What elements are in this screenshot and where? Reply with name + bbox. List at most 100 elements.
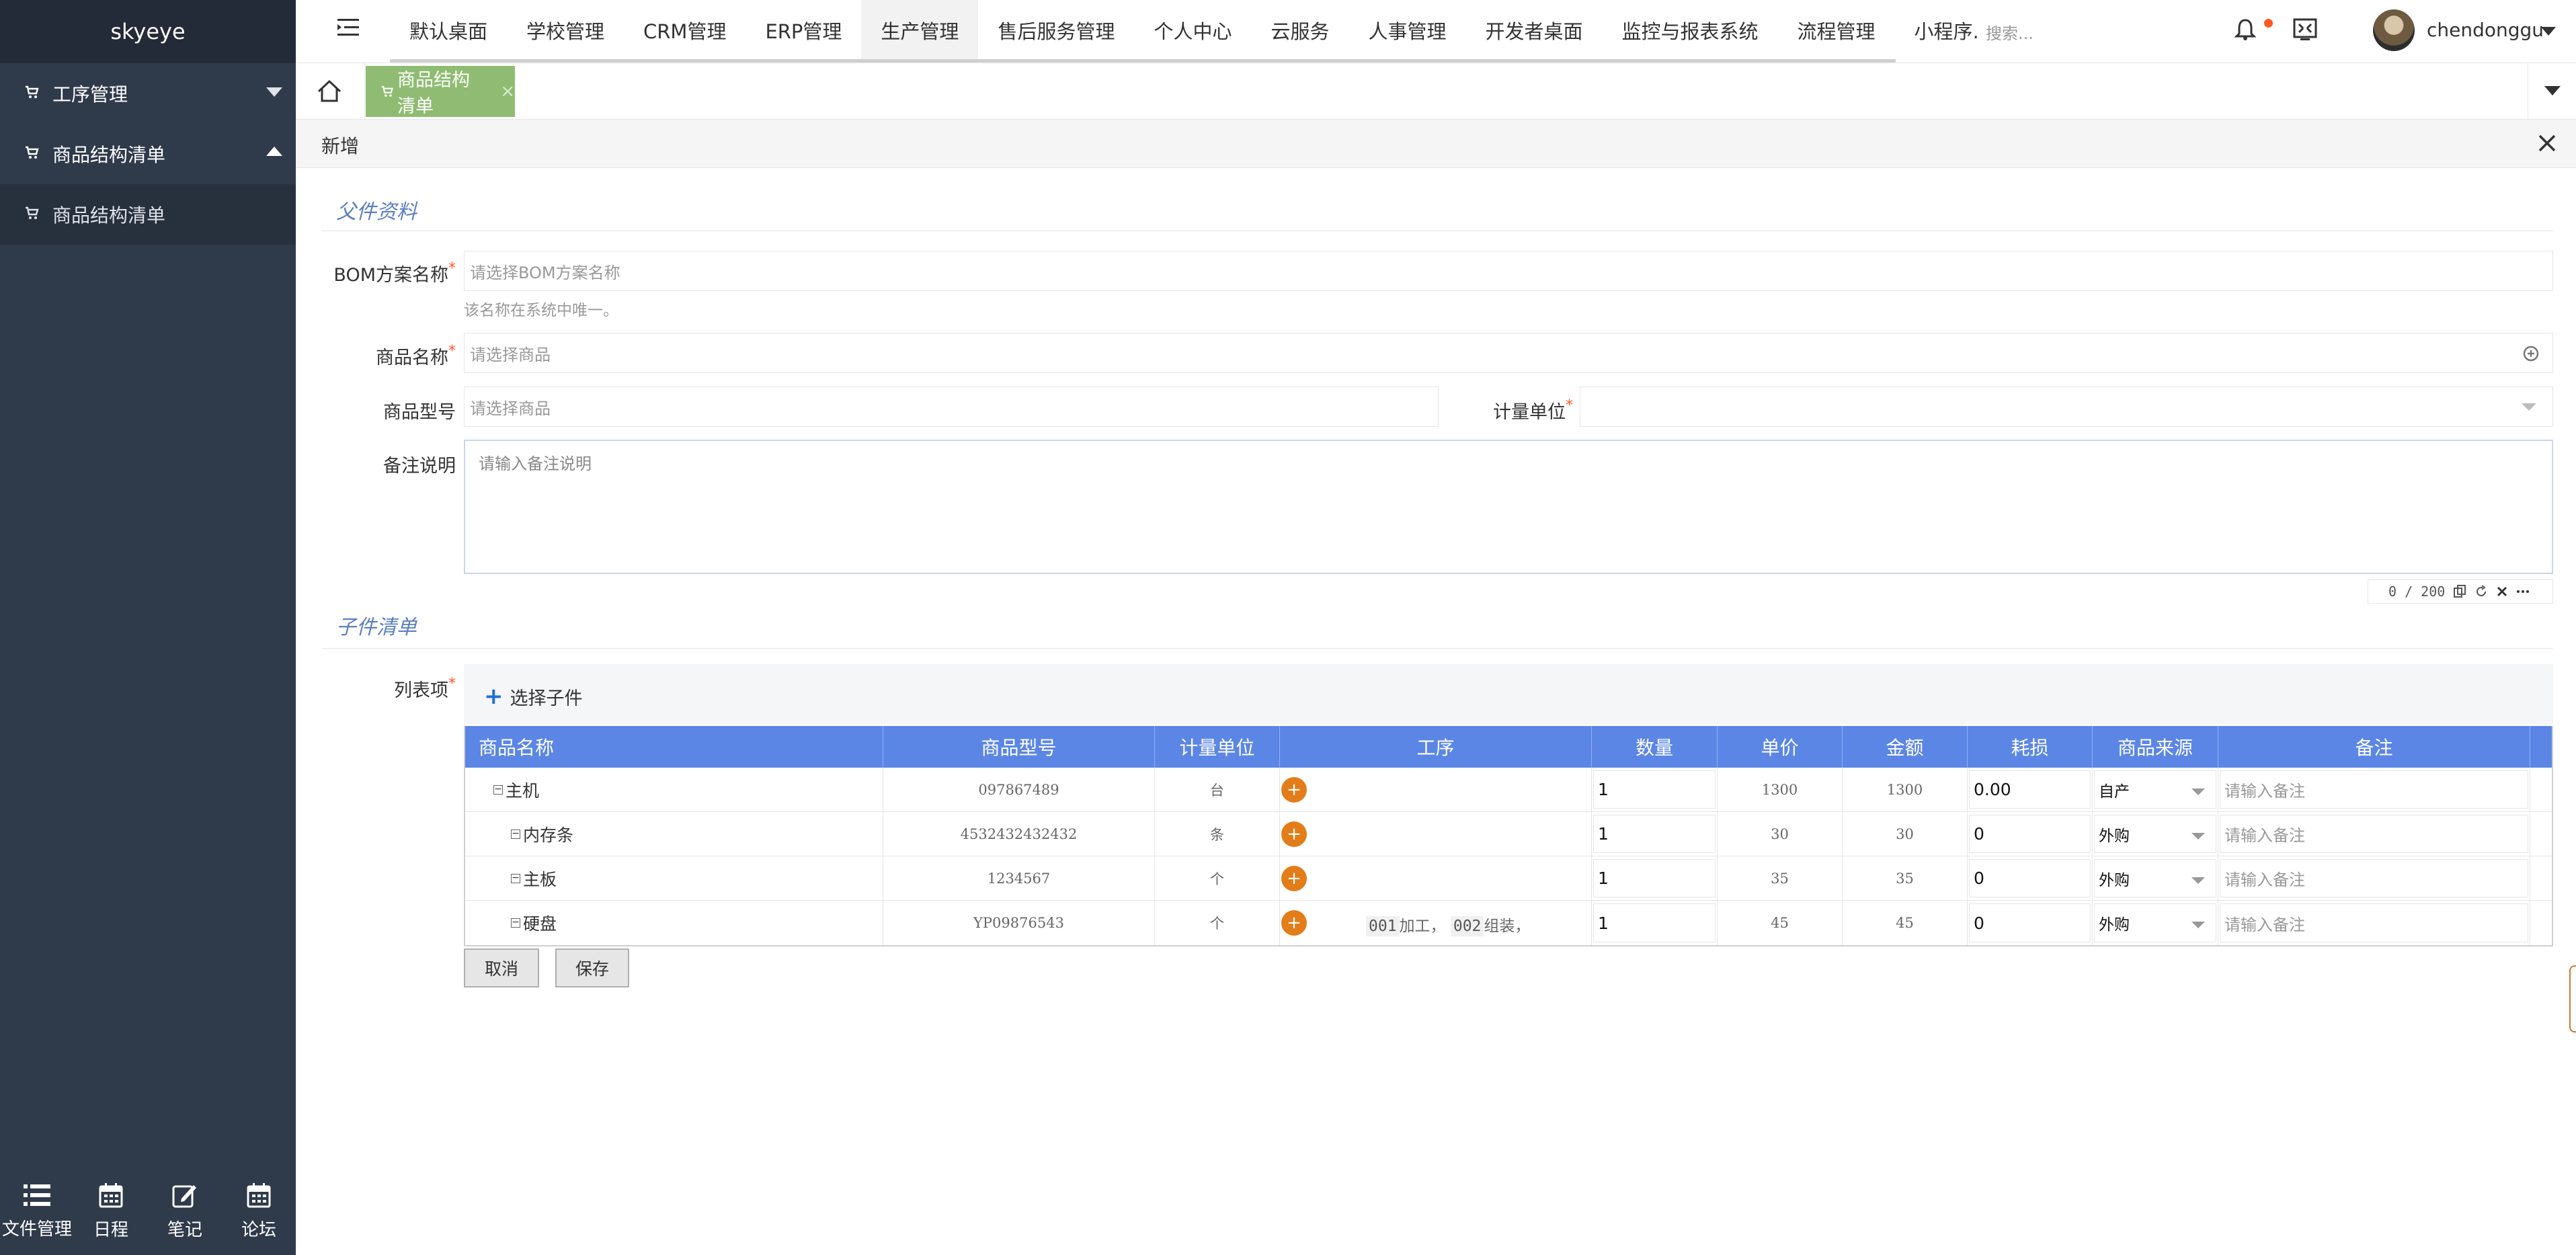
- nav-scrollbar[interactable]: [390, 59, 1896, 63]
- add-process-button[interactable]: +: [1281, 777, 1307, 803]
- col-header-model[interactable]: 商品型号: [883, 726, 1155, 768]
- home-icon[interactable]: [316, 78, 343, 104]
- nav-item-monitor[interactable]: 监控与报表系统: [1603, 0, 1778, 60]
- username[interactable]: chendonggu: [2427, 19, 2544, 41]
- loss-input[interactable]: 0: [1969, 815, 2091, 853]
- remark-textarea[interactable]: 请输入备注说明: [464, 440, 2553, 574]
- choose-child-button[interactable]: + 选择子件: [484, 683, 583, 710]
- nav-item-hr[interactable]: 人事管理: [1349, 0, 1465, 60]
- cancel-button[interactable]: 取消: [464, 948, 539, 987]
- nav-item-erp[interactable]: ERP管理: [746, 0, 861, 60]
- qty-input[interactable]: 1: [1593, 815, 1716, 853]
- list-icon: [24, 1184, 50, 1206]
- nav-item-personal[interactable]: 个人中心: [1134, 0, 1251, 60]
- cell-unit: 台: [1155, 768, 1280, 811]
- cart-icon: [24, 145, 43, 163]
- sidebar-item-bom-list[interactable]: 商品结构清单: [0, 184, 296, 245]
- copy-icon[interactable]: [2453, 585, 2466, 598]
- qty-input[interactable]: 1: [1593, 903, 1716, 942]
- bell-icon[interactable]: [2235, 17, 2256, 42]
- source-select[interactable]: 外购: [2094, 903, 2216, 942]
- sidebar-item-process-management[interactable]: 工序管理: [0, 63, 296, 124]
- forum-button[interactable]: 论坛: [222, 1168, 296, 1255]
- divider: [364, 63, 365, 120]
- qty-input[interactable]: 1: [1593, 859, 1716, 897]
- nav-item-production[interactable]: 生产管理: [861, 0, 979, 60]
- menu-toggle-icon[interactable]: [337, 17, 359, 38]
- cell-name[interactable]: − 主机: [465, 768, 883, 811]
- add-process-button[interactable]: +: [1281, 910, 1307, 936]
- cell-unit: 条: [1155, 812, 1280, 856]
- nav-item-workflow[interactable]: 流程管理: [1778, 0, 1895, 60]
- close-icon[interactable]: ×: [500, 81, 515, 102]
- nav-item-cloud[interactable]: 云服务: [1251, 0, 1349, 60]
- nav-item-default-desktop[interactable]: 默认桌面: [390, 0, 507, 60]
- col-header-price[interactable]: 单价: [1718, 726, 1843, 768]
- tab-more-button[interactable]: [2528, 63, 2576, 120]
- tree-collapse-icon[interactable]: −: [511, 829, 520, 839]
- loss-input[interactable]: 0: [1969, 859, 2091, 897]
- col-header-amount[interactable]: 金额: [1843, 726, 1968, 768]
- notification-dot: [2264, 19, 2273, 28]
- source-select[interactable]: 外购: [2094, 859, 2216, 897]
- col-header-name[interactable]: 商品名称: [465, 726, 883, 768]
- remark-input[interactable]: 请输入备注: [2220, 859, 2528, 897]
- cell-source: 外购: [2093, 812, 2218, 856]
- plus-circle-icon[interactable]: [2523, 346, 2539, 362]
- model-input[interactable]: 请选择商品: [464, 387, 1439, 427]
- remark-input[interactable]: 请输入备注: [2220, 770, 2528, 809]
- bom-name-input[interactable]: 请选择BOM方案名称: [464, 251, 2553, 291]
- tree-collapse-icon[interactable]: −: [511, 873, 520, 883]
- remark-input[interactable]: 请输入备注: [2220, 815, 2528, 853]
- side-drawer-handle[interactable]: [2569, 965, 2576, 1033]
- nav-item-developer[interactable]: 开发者桌面: [1466, 0, 1603, 60]
- qty-input[interactable]: 1: [1593, 770, 1716, 809]
- cart-icon: [24, 205, 43, 224]
- cell-name[interactable]: − 主板: [465, 856, 883, 900]
- cell-name[interactable]: − 内存条: [465, 812, 883, 856]
- save-button[interactable]: 保存: [555, 948, 629, 987]
- cell-loss: 0: [1968, 812, 2093, 856]
- nav-item-crm[interactable]: CRM管理: [624, 0, 746, 60]
- clear-icon[interactable]: [2496, 585, 2508, 598]
- add-process-button[interactable]: +: [1281, 821, 1307, 847]
- col-header-source[interactable]: 商品来源: [2093, 726, 2218, 768]
- nav-item-after-sales[interactable]: 售后服务管理: [978, 0, 1134, 60]
- fullscreen-icon[interactable]: [2292, 16, 2318, 42]
- divider: [321, 648, 2553, 649]
- col-header-unit[interactable]: 计量单位: [1155, 726, 1280, 768]
- remark-input[interactable]: 请输入备注: [2220, 903, 2528, 942]
- bom-name-hint: 该名称在系统中唯一。: [464, 302, 618, 319]
- search-input[interactable]: 搜索...: [1986, 20, 2034, 44]
- tree-collapse-icon[interactable]: −: [493, 784, 503, 795]
- add-process-button[interactable]: +: [1281, 866, 1307, 891]
- col-header-process[interactable]: 工序: [1280, 726, 1592, 768]
- close-icon[interactable]: [2534, 130, 2560, 156]
- cell-name[interactable]: − 硬盘: [465, 901, 883, 945]
- col-header-loss[interactable]: 耗损: [1968, 726, 2093, 768]
- sidebar-item-bom-group[interactable]: 商品结构清单: [0, 124, 296, 184]
- cart-icon: [381, 85, 393, 97]
- source-select[interactable]: 自产: [2094, 770, 2216, 809]
- unit-select[interactable]: [1580, 387, 2553, 427]
- brand-logo[interactable]: skyeye: [0, 0, 296, 63]
- col-header-remark[interactable]: 备注: [2218, 726, 2530, 768]
- schedule-button[interactable]: 日程: [74, 1168, 148, 1255]
- col-header-qty[interactable]: 数量: [1592, 726, 1718, 768]
- loss-input[interactable]: 0: [1969, 903, 2091, 942]
- cell-loss: 0: [1968, 856, 2093, 900]
- tab-bom-list[interactable]: 商品结构清单 ×: [366, 66, 515, 117]
- file-management-button[interactable]: 文件管理: [0, 1168, 74, 1255]
- chevron-down-icon[interactable]: [2541, 27, 2556, 36]
- product-name-input[interactable]: 请选择商品: [464, 333, 2553, 373]
- more-icon[interactable]: [2516, 585, 2530, 598]
- source-select[interactable]: 外购: [2094, 815, 2216, 853]
- nav-item-school[interactable]: 学校管理: [507, 0, 624, 60]
- nav-item-mini-program[interactable]: 小程序.: [1895, 0, 1999, 60]
- loss-input[interactable]: 0.00: [1969, 770, 2091, 809]
- notes-button[interactable]: 笔记: [148, 1168, 222, 1255]
- avatar[interactable]: [2373, 9, 2415, 51]
- tree-collapse-icon[interactable]: −: [511, 918, 520, 928]
- cell-amount: 30: [1843, 812, 1968, 856]
- refresh-icon[interactable]: [2474, 585, 2488, 598]
